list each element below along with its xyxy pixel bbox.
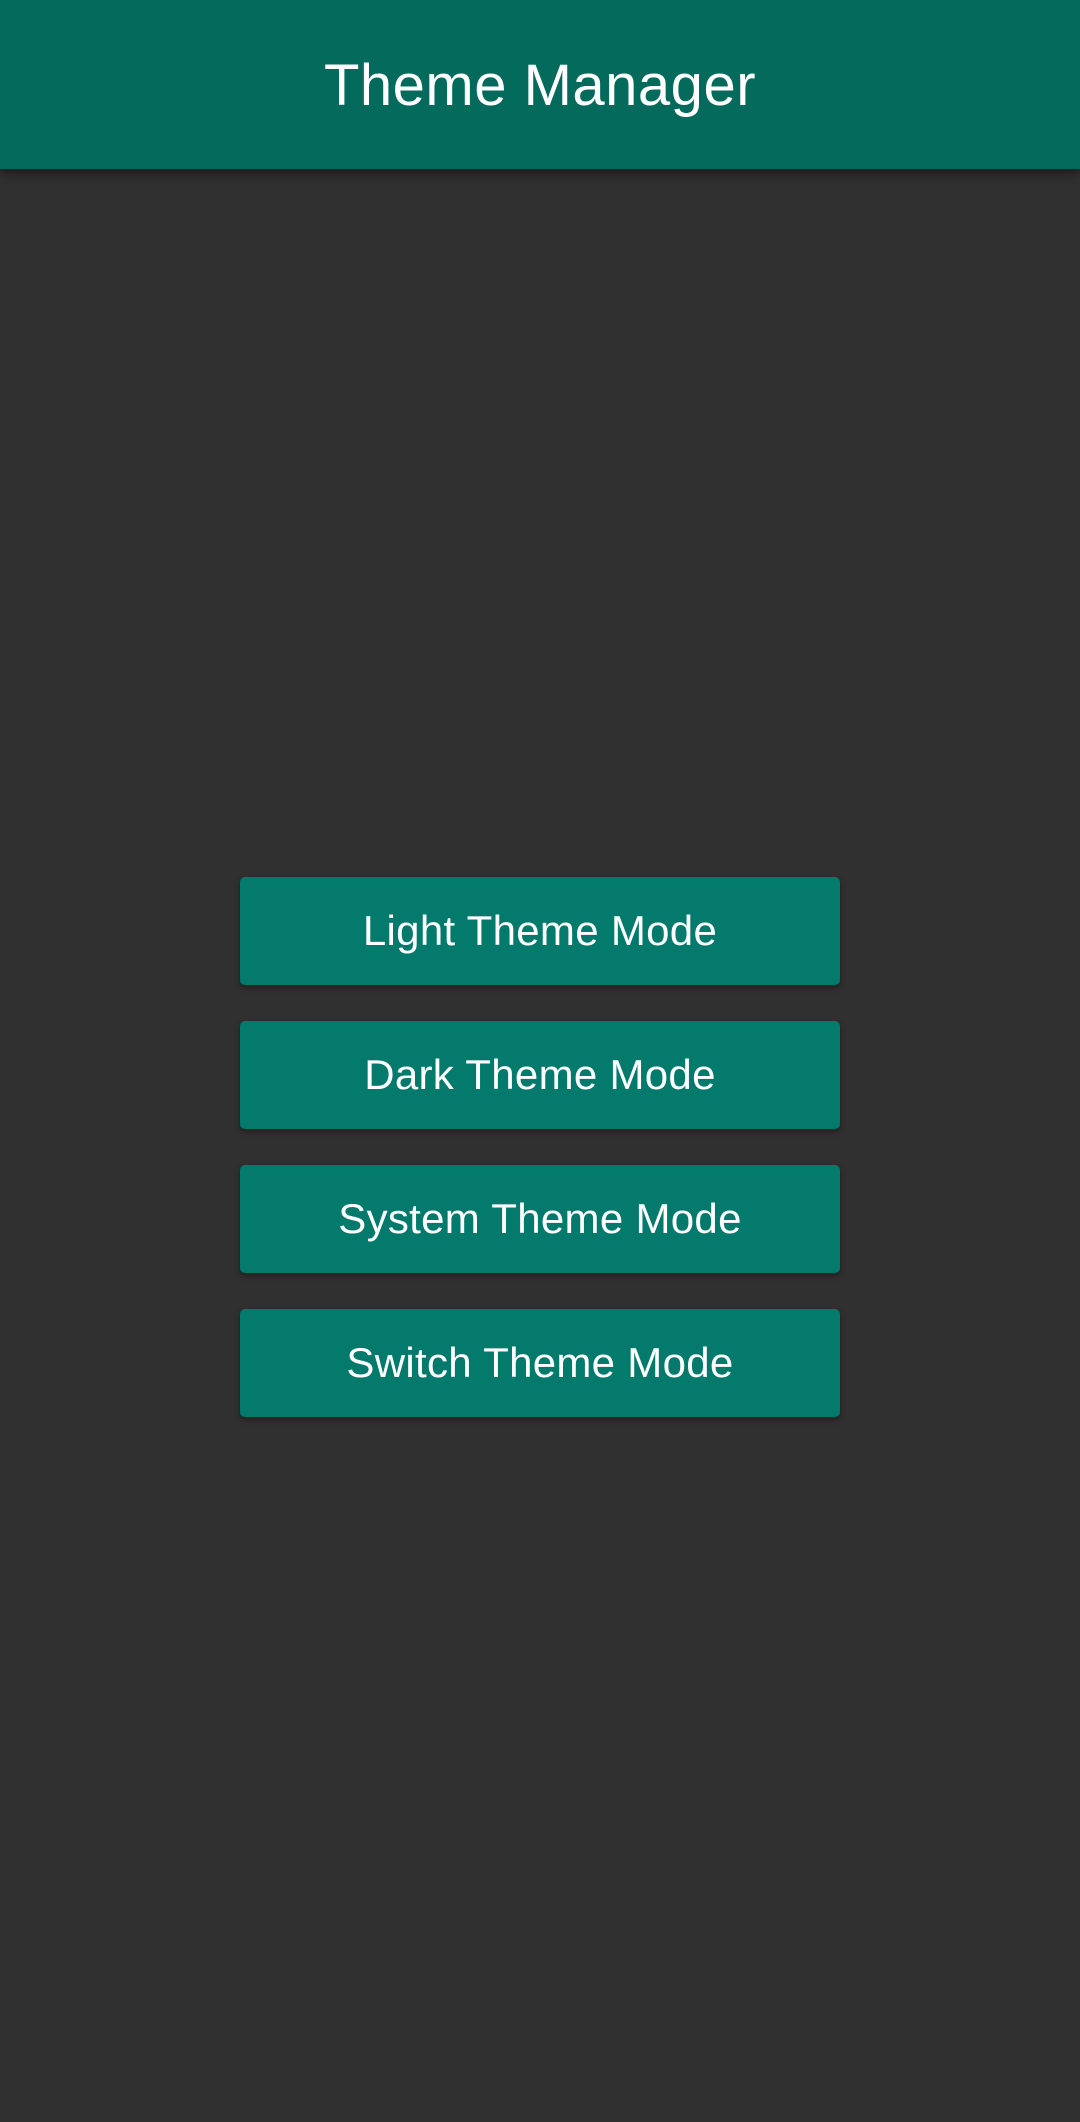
light-theme-mode-button[interactable]: Light Theme Mode	[240, 877, 840, 985]
theme-button-group: Light Theme Mode Dark Theme Mode System …	[240, 877, 840, 1417]
dark-theme-mode-button[interactable]: Dark Theme Mode	[240, 1021, 840, 1129]
app-bar: Theme Manager	[0, 0, 1080, 169]
switch-theme-mode-button[interactable]: Switch Theme Mode	[240, 1309, 840, 1417]
app-title: Theme Manager	[323, 53, 757, 118]
system-theme-mode-button[interactable]: System Theme Mode	[240, 1165, 840, 1273]
